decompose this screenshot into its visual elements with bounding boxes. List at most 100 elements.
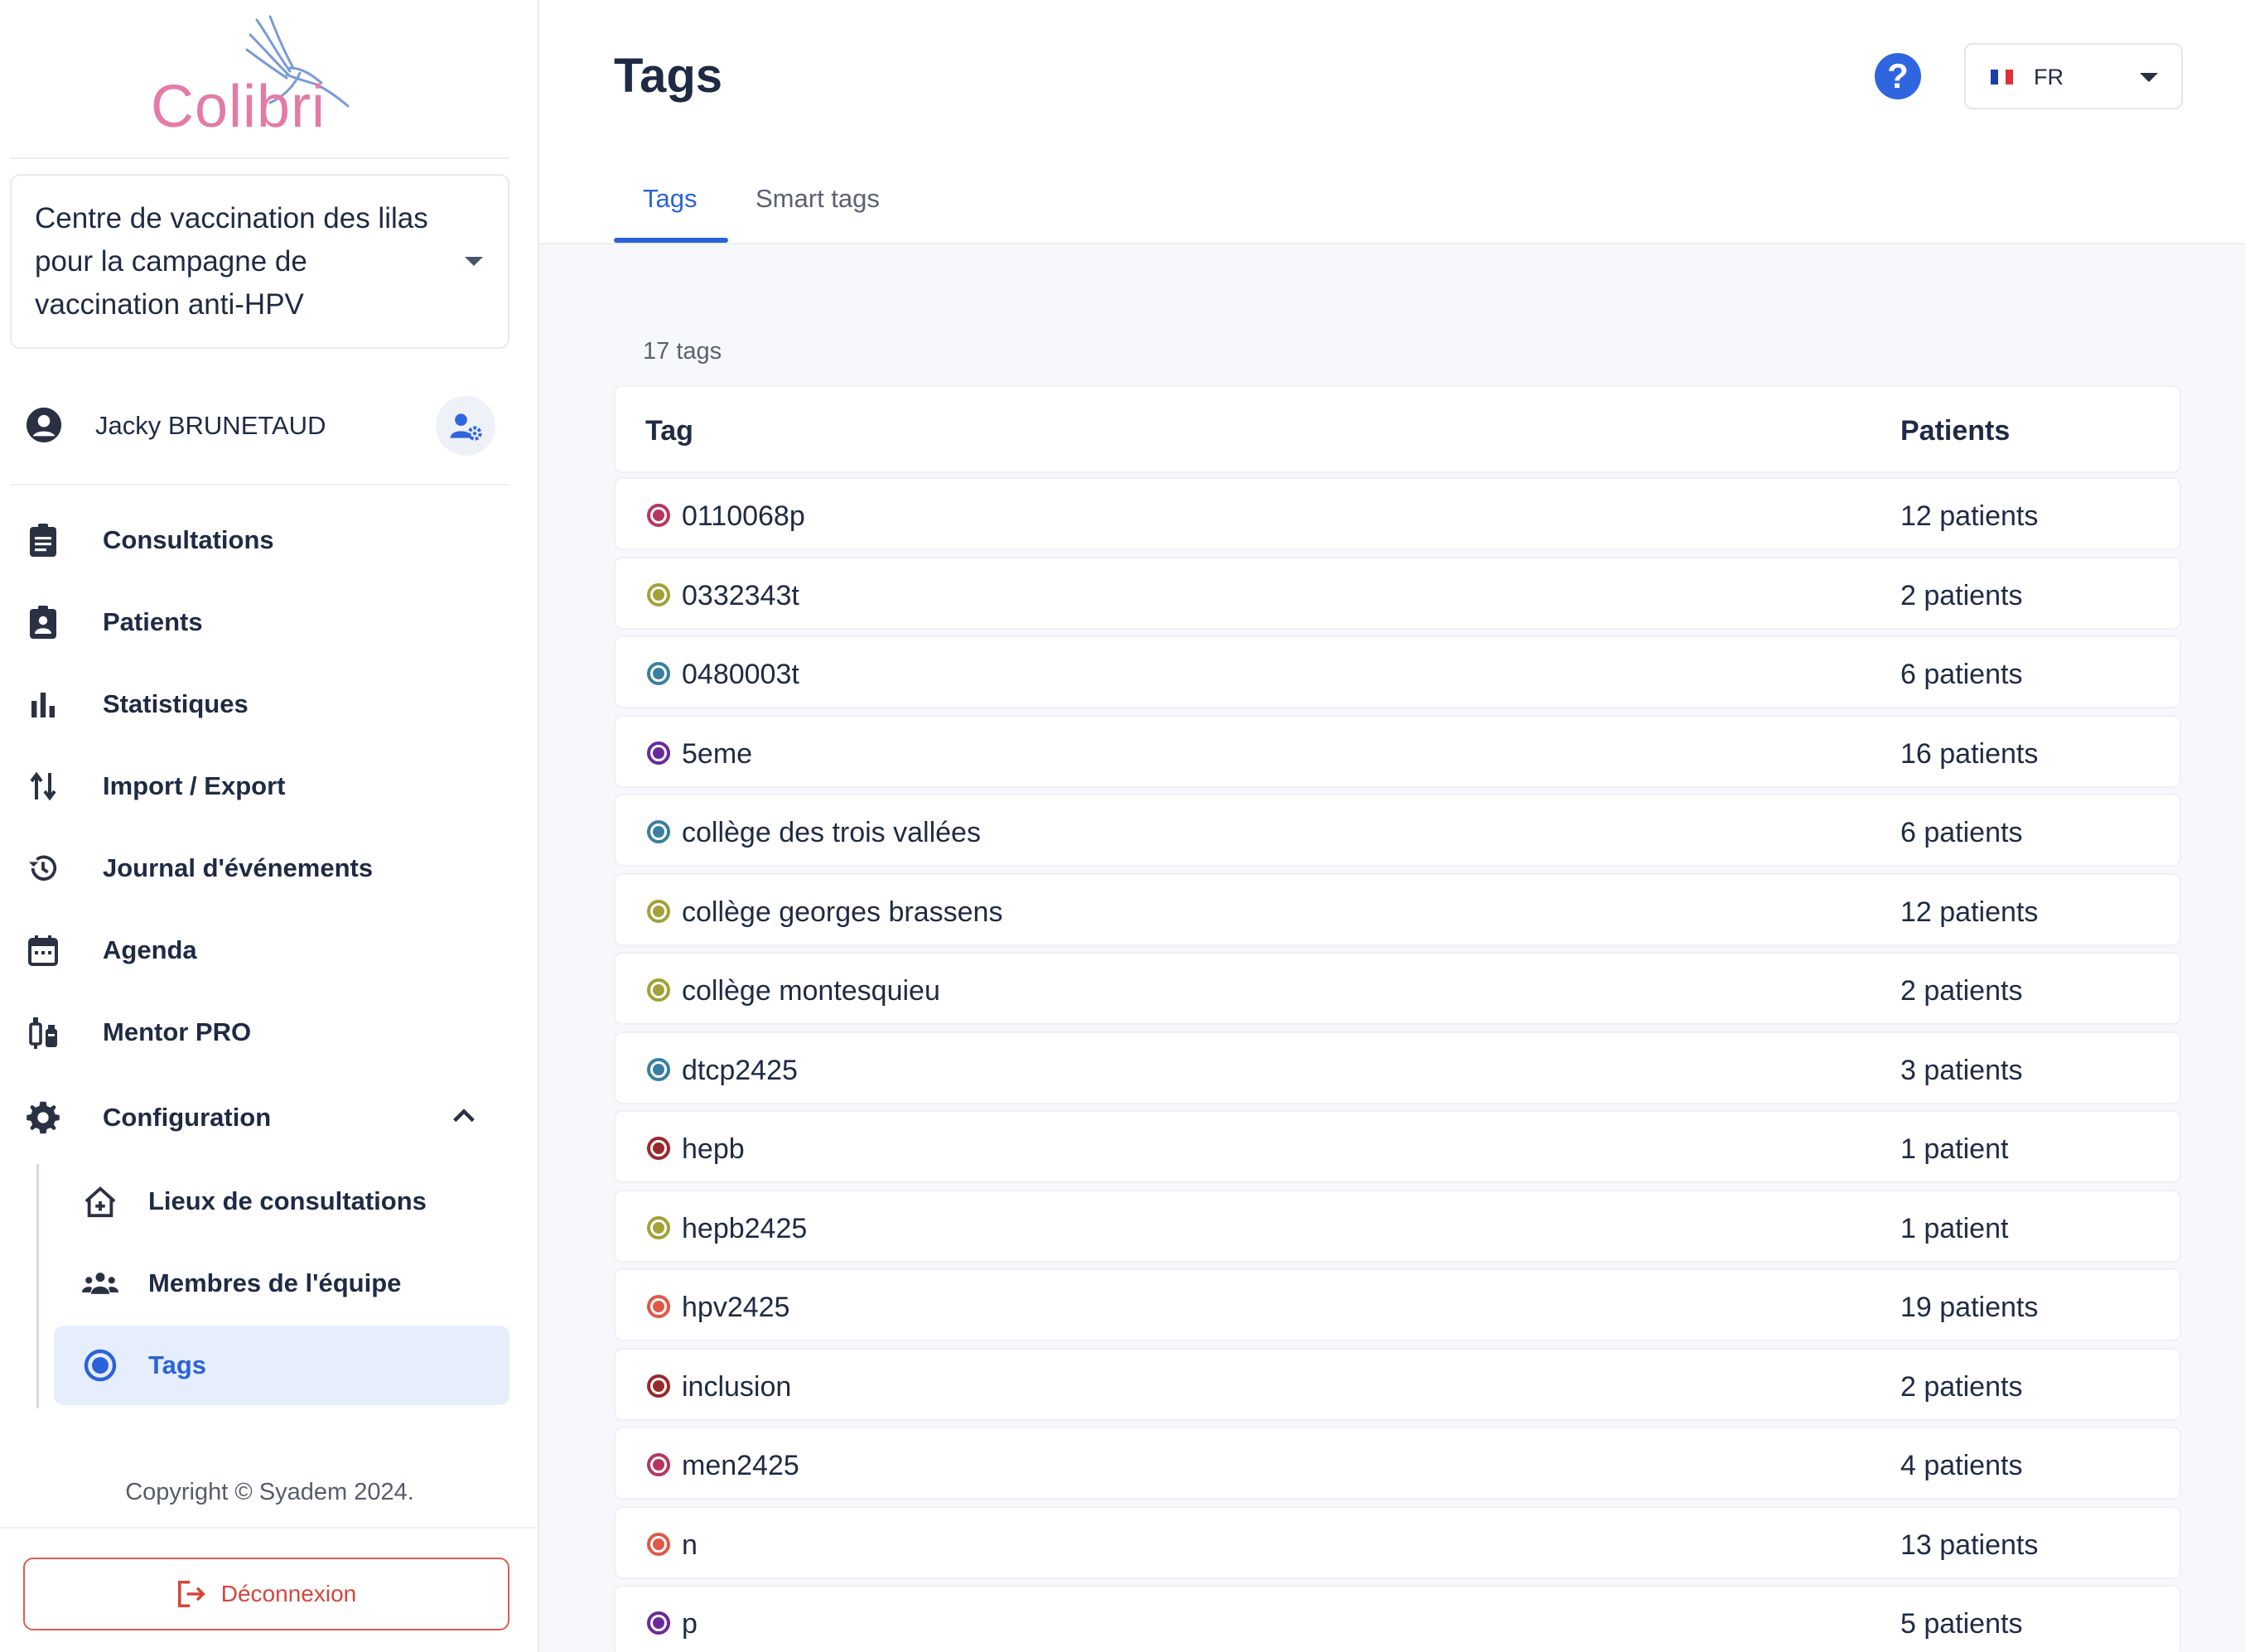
table-row[interactable]: hpv2425 19 patients (614, 1268, 2181, 1341)
subnav-label: Membres de l'équipe (148, 1268, 402, 1297)
table-row[interactable]: n 13 patients (614, 1505, 2181, 1579)
nav-configuration[interactable]: Configuration (25, 1089, 509, 1147)
tag-name: 0332343t (682, 579, 799, 611)
table-row[interactable]: 5eme 16 patients (614, 714, 2181, 788)
tag-patient-count: 2 patients (1900, 1370, 2023, 1403)
tag-color-icon (647, 582, 670, 606)
logout-label: Déconnexion (220, 1581, 357, 1606)
tag-color-icon (647, 1611, 670, 1635)
tag-patient-count: 13 patients (1900, 1529, 2039, 1561)
logout-button[interactable]: Déconnexion (23, 1558, 509, 1630)
table-row[interactable]: dtcp2425 3 patients (614, 1031, 2181, 1104)
tag-patient-count: 1 patient (1900, 1212, 2009, 1244)
nav-label: Mentor PRO (103, 1017, 252, 1046)
divider (10, 157, 509, 159)
tag-name: inclusion (682, 1370, 792, 1403)
tag-color-icon (647, 662, 670, 685)
table-row[interactable]: hepb 1 patient (614, 1110, 2181, 1183)
table-row[interactable]: p 5 patients (614, 1585, 2181, 1652)
tag-patient-count: 6 patients (1900, 817, 2023, 848)
tag-color-icon (647, 741, 670, 765)
tag-dot-icon (82, 1347, 118, 1384)
table-row[interactable]: 0110068p 12 patients (614, 477, 2181, 550)
page-title: Tags (614, 49, 723, 103)
house-plus-icon (82, 1183, 118, 1220)
table-row[interactable]: hepb2425 1 patient (614, 1189, 2181, 1263)
tag-name: collège montesquieu (682, 975, 940, 1007)
nav-statistiques[interactable]: Statistiques (25, 675, 509, 733)
user-gear-icon (450, 413, 482, 441)
nav-mentor-pro[interactable]: Mentor PRO (25, 1003, 509, 1061)
site-select-value: Centre de vaccination des lilas pour la … (35, 202, 428, 321)
tag-patient-count: 12 patients (1900, 500, 2039, 532)
language-code: FR (2034, 65, 2064, 89)
colibri-logo[interactable]: Colibri (0, 0, 539, 157)
tag-patient-count: 4 patients (1900, 1450, 2023, 1481)
table-row[interactable]: men2425 4 patients (614, 1427, 2181, 1500)
help-icon: ? (1887, 56, 1909, 95)
nav-lieux-consultations[interactable]: Lieux de consultations (54, 1162, 509, 1241)
tag-color-icon (647, 1215, 670, 1239)
table-row[interactable]: collège georges brassens 12 patients (614, 872, 2181, 946)
help-button[interactable]: ? (1875, 53, 1921, 99)
nav-tags[interactable]: Tags (54, 1326, 509, 1405)
tag-name: 0480003t (682, 659, 799, 690)
french-flag-icon (1991, 70, 2013, 85)
tag-name: 0110068p (682, 500, 805, 532)
tag-color-icon (647, 1374, 670, 1398)
table-row[interactable]: collège des trois vallées 6 patients (614, 794, 2181, 867)
nav-label: Patients (103, 607, 203, 636)
user-name: Jacky BRUNETAUD (95, 411, 326, 440)
tag-name: collège georges brassens (682, 896, 1003, 928)
nav-membres-equipe[interactable]: Membres de l'équipe (54, 1244, 509, 1323)
tag-name: n (682, 1529, 698, 1561)
nav-import-export[interactable]: Import / Export (25, 757, 509, 815)
subnav-line (36, 1164, 39, 1408)
user-settings-button[interactable] (436, 396, 495, 456)
nav-agenda[interactable]: Agenda (25, 921, 509, 979)
divider (10, 484, 509, 485)
table-row[interactable]: collège montesquieu 2 patients (614, 952, 2181, 1025)
chevron-up-icon (453, 1109, 475, 1123)
tag-patient-count: 19 patients (1900, 1292, 2039, 1323)
tag-color-icon (647, 1137, 670, 1160)
nav-label: Statistiques (103, 689, 249, 718)
tag-name: hpv2425 (682, 1292, 790, 1323)
nav-journal[interactable]: Journal d'événements (25, 839, 509, 897)
tag-patient-count: 12 patients (1900, 896, 2039, 928)
table-row[interactable]: 0480003t 6 patients (614, 635, 2181, 708)
subnav-label: Lieux de consultations (148, 1186, 427, 1215)
nav-patients[interactable]: Patients (25, 593, 509, 651)
nav-label: Journal d'événements (103, 853, 374, 882)
tab-tags[interactable]: Tags (643, 184, 697, 214)
tag-color-icon (647, 820, 670, 843)
tag-name: men2425 (682, 1450, 799, 1481)
tag-color-icon (647, 1453, 670, 1476)
column-header-tag[interactable]: Tag (645, 415, 693, 447)
table-row[interactable]: inclusion 2 patients (614, 1347, 2181, 1421)
logo-text: Colibri (151, 74, 326, 140)
subnav-label: Tags (148, 1350, 207, 1379)
divider (0, 1527, 539, 1529)
history-icon (25, 850, 61, 886)
language-select[interactable]: FR (1964, 43, 2183, 109)
column-header-patients[interactable]: Patients (1900, 415, 2010, 447)
nav-label: Configuration (103, 1103, 272, 1132)
nav-consultations[interactable]: Consultations (25, 511, 509, 569)
tab-smart-tags[interactable]: Smart tags (756, 184, 880, 214)
clipboard-icon (25, 522, 61, 558)
active-tab-indicator (614, 238, 728, 243)
sidebar: Colibri Centre de vaccination des lilas … (0, 0, 539, 1652)
nav-label: Import / Export (103, 771, 286, 800)
bar-chart-icon (25, 686, 61, 722)
table-row[interactable]: 0332343t 2 patients (614, 556, 2181, 630)
tag-name: hepb2425 (682, 1212, 808, 1244)
tags-count: 17 tags (643, 338, 722, 365)
copyright: Copyright © Syadem 2024. (125, 1479, 414, 1505)
tag-color-icon (647, 504, 670, 527)
caret-down-icon (465, 257, 483, 266)
tag-color-icon (647, 1295, 670, 1318)
site-select[interactable]: Centre de vaccination des lilas pour la … (10, 174, 509, 349)
tag-patient-count: 16 patients (1900, 737, 2039, 770)
tag-color-icon (647, 1532, 670, 1556)
